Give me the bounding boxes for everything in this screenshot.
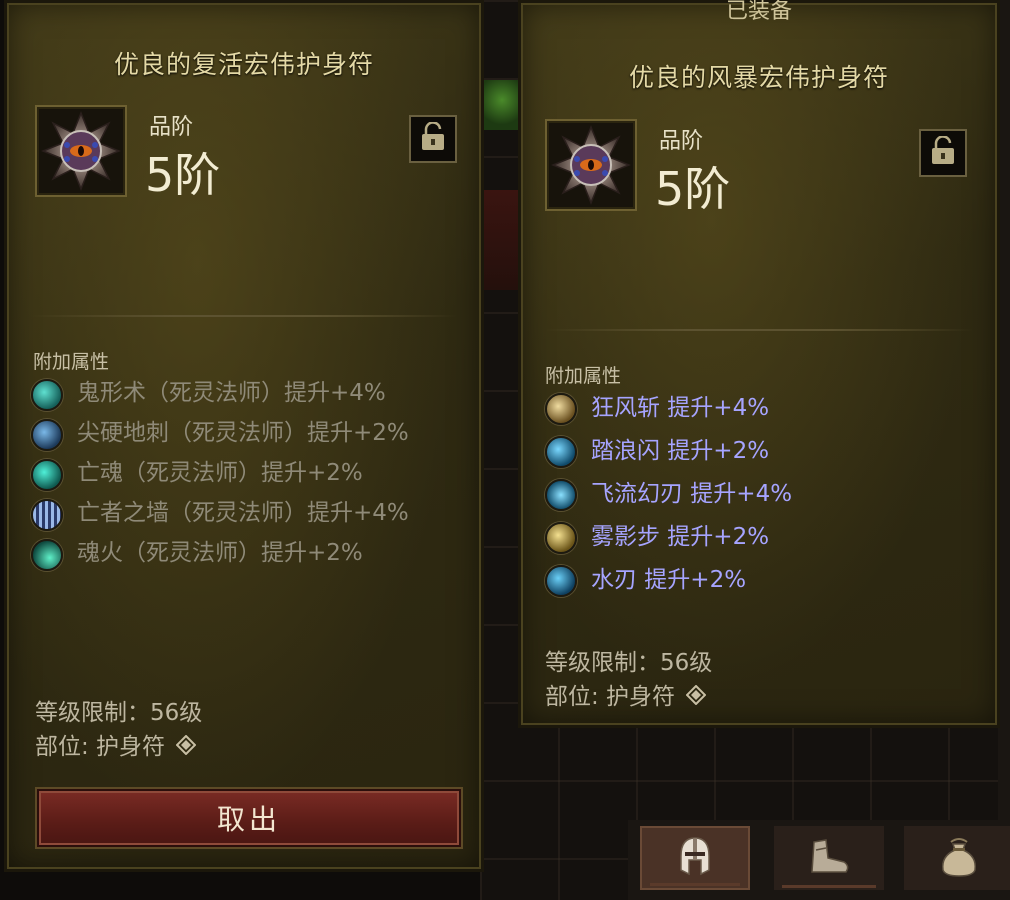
tier-label: 品阶	[659, 129, 704, 154]
background-item-fragment	[484, 80, 520, 130]
affix-text: 踏浪闪 提升+2%	[591, 438, 770, 464]
divider	[31, 315, 457, 317]
unlock-icon	[930, 135, 956, 170]
affix-item: 水刃 提升+2%	[545, 565, 975, 597]
affix-text: 魂火（死灵法师）提升+2%	[77, 540, 363, 566]
tier-label: 品阶	[149, 115, 194, 140]
affix-item: 雾影步 提升+2%	[545, 522, 975, 554]
take-out-button[interactable]: 取出	[37, 789, 461, 847]
bag-icon	[937, 834, 981, 882]
boots-icon	[804, 836, 854, 880]
amulet-icon	[35, 105, 127, 197]
background-item-fragment	[484, 190, 520, 290]
item-slot-text: 部位: 护身符	[545, 684, 676, 710]
divider	[545, 329, 973, 331]
item-slot-text: 部位: 护身符	[35, 734, 166, 760]
affix-item: 狂风斩 提升+4%	[545, 393, 975, 425]
affix-text: 雾影步 提升+2%	[591, 524, 770, 550]
item-title: 优良的风暴宏伟护身符	[628, 63, 889, 92]
item-slot: 部位: 护身符	[35, 727, 197, 761]
affix-text: 鬼形术（死灵法师）提升+4%	[77, 380, 386, 406]
affix-list: 鬼形术（死灵法师）提升+4% 尖硬地刺（死灵法师）提升+2% 亡魂（死灵法师）提…	[31, 379, 461, 579]
lock-toggle-button[interactable]	[409, 115, 457, 163]
affix-text: 亡魂（死灵法师）提升+2%	[77, 460, 363, 486]
flowing-blade-skill-icon	[545, 479, 577, 511]
lock-toggle-button[interactable]	[919, 129, 967, 177]
affix-text: 飞流幻刃 提升+4%	[591, 481, 793, 507]
tab-active-indicator	[650, 883, 740, 886]
affix-item: 踏浪闪 提升+2%	[545, 436, 975, 468]
item-tooltip-right: 已装备 优良的风暴宏伟护身符 品阶 5阶 附加属性 狂风斩 提升+4% 踏浪闪 …	[518, 0, 1000, 728]
affix-text: 狂风斩 提升+4%	[591, 395, 770, 421]
item-slot: 部位: 护身符	[545, 677, 707, 711]
affix-text: 水刃 提升+2%	[591, 567, 747, 593]
tier-value: 5阶	[655, 162, 731, 216]
tab-helmet[interactable]	[640, 826, 750, 890]
affix-text: 尖硬地刺（死灵法师）提升+2%	[77, 420, 409, 446]
affix-item: 飞流幻刃 提升+4%	[545, 479, 975, 511]
affix-text: 亡者之墙（死灵法师）提升+4%	[77, 500, 409, 526]
amulet-slot-icon	[685, 684, 707, 711]
wave-dash-skill-icon	[545, 436, 577, 468]
bone-spikes-skill-icon	[31, 419, 63, 451]
affix-item: 亡魂（死灵法师）提升+2%	[31, 459, 461, 491]
soulfire-skill-icon	[31, 539, 63, 571]
tab-bag[interactable]	[904, 826, 1010, 890]
wall-skill-icon	[31, 499, 63, 531]
affix-item: 亡者之墙（死灵法师）提升+4%	[31, 499, 461, 531]
item-tooltip-left: 优良的复活宏伟护身符 品阶 5阶 附加属性 鬼形术（死灵法师）提升+4% 尖硬地…	[4, 0, 484, 872]
ghost-skill-icon	[31, 379, 63, 411]
level-requirement: 等级限制：56级	[545, 650, 713, 676]
item-title: 优良的复活宏伟护身符	[113, 50, 374, 79]
water-blade-skill-icon	[545, 565, 577, 597]
affix-section-title: 附加属性	[33, 351, 110, 373]
mist-step-skill-icon	[545, 522, 577, 554]
amulet-slot-icon	[175, 734, 197, 761]
affix-section-title: 附加属性	[545, 365, 622, 387]
affix-item: 鬼形术（死灵法师）提升+4%	[31, 379, 461, 411]
affix-item: 魂火（死灵法师）提升+2%	[31, 539, 461, 571]
gale-slash-skill-icon	[545, 393, 577, 425]
amulet-icon	[545, 119, 637, 211]
spirit-skill-icon	[31, 459, 63, 491]
unlock-icon	[420, 121, 446, 156]
helmet-icon	[675, 834, 715, 882]
tab-boots[interactable]	[774, 826, 884, 890]
tab-indicator	[782, 885, 876, 888]
affix-list: 狂风斩 提升+4% 踏浪闪 提升+2% 飞流幻刃 提升+4% 雾影步 提升+2%…	[545, 393, 975, 608]
equipped-label: 已装备	[725, 0, 792, 24]
level-requirement: 等级限制：56级	[35, 700, 203, 726]
tier-value: 5阶	[145, 148, 221, 202]
affix-item: 尖硬地刺（死灵法师）提升+2%	[31, 419, 461, 451]
